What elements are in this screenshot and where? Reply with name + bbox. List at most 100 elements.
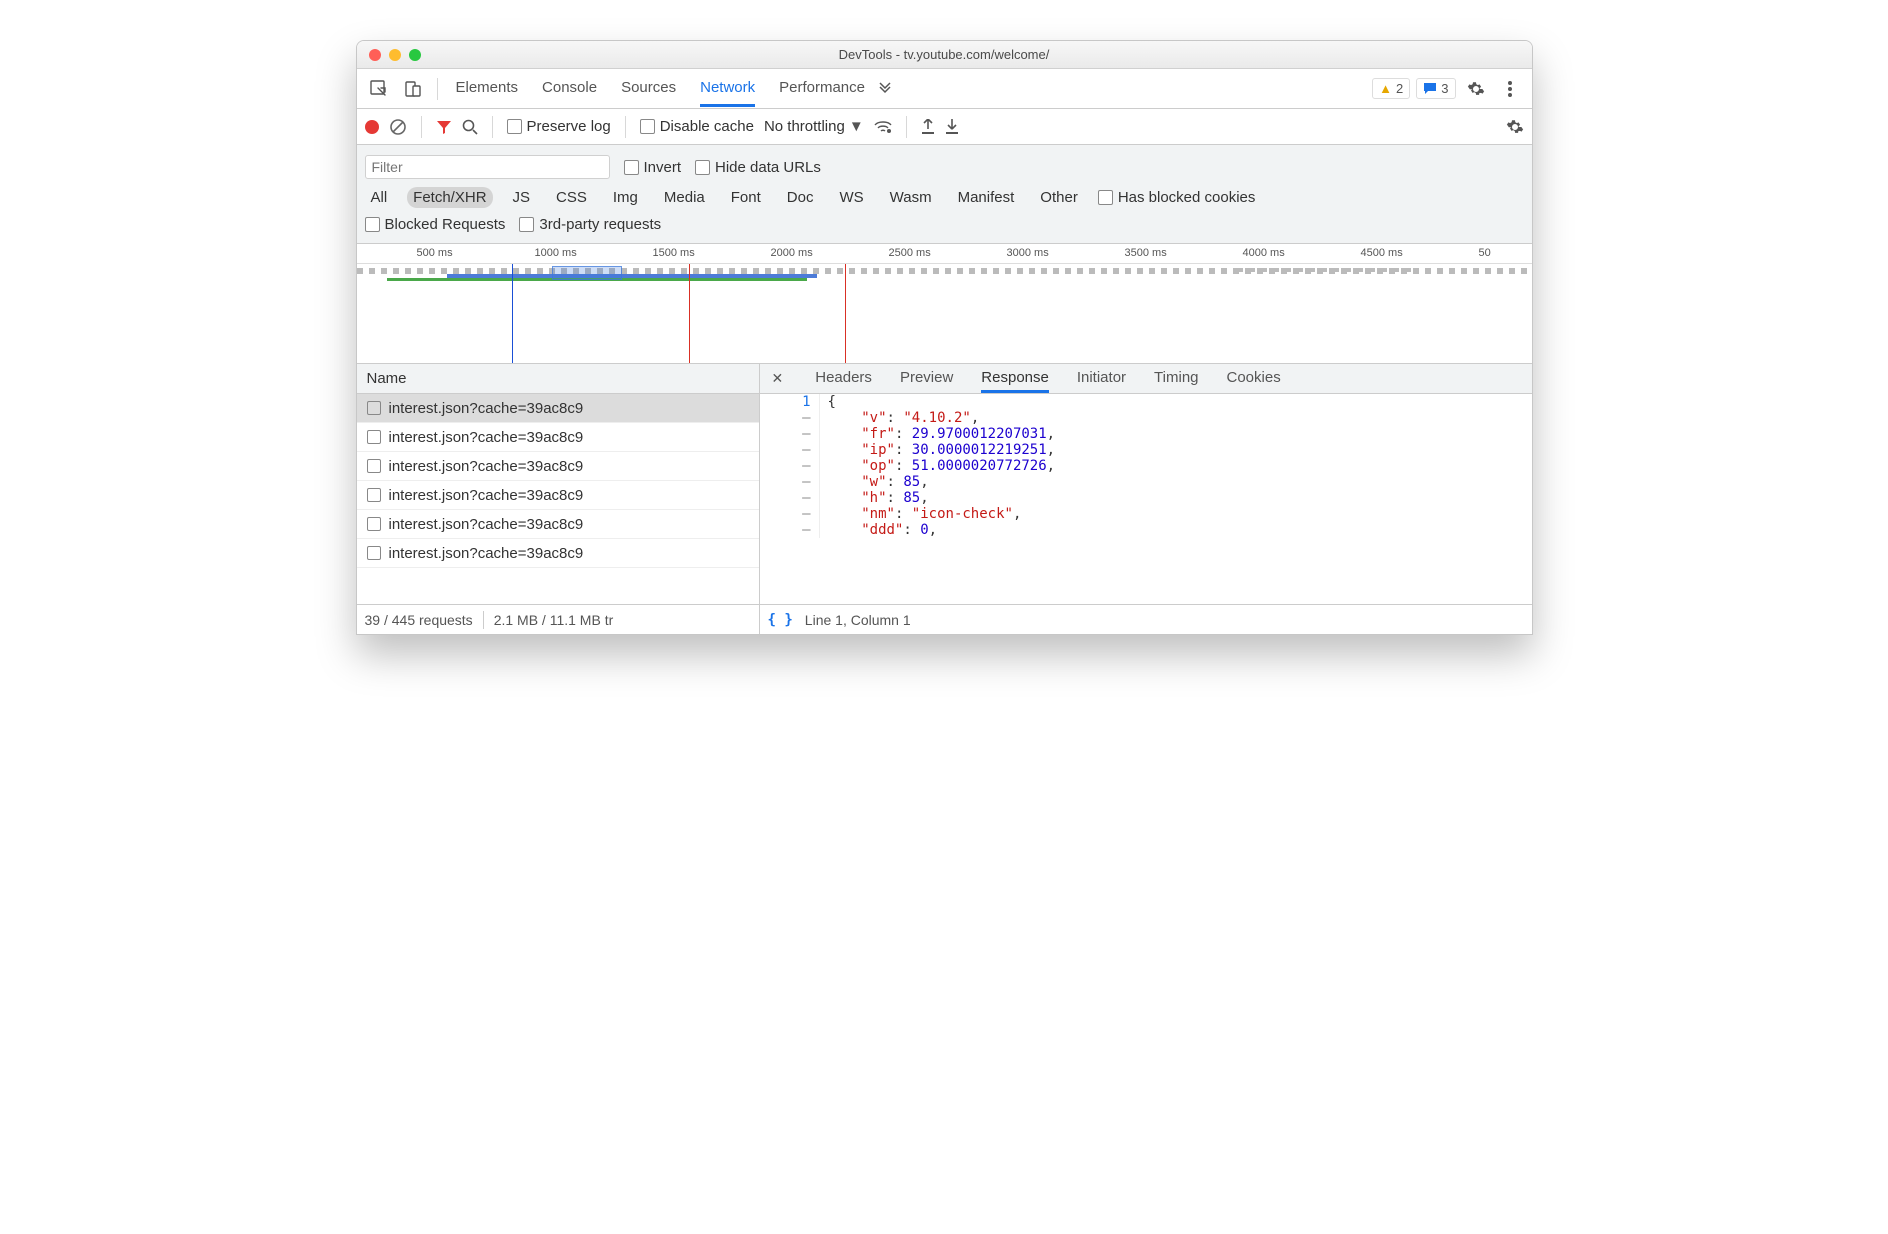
- minimize-window-button[interactable]: [389, 49, 401, 61]
- filter-type-img[interactable]: Img: [607, 187, 644, 208]
- message-icon: [1423, 82, 1437, 96]
- request-row[interactable]: interest.json?cache=39ac8c9: [357, 452, 759, 481]
- network-settings-icon[interactable]: [1506, 118, 1524, 136]
- messages-badge[interactable]: 3: [1416, 78, 1455, 99]
- network-filter-bar: Invert Hide data URLs All Fetch/XHR JS CSS I…: [357, 145, 1532, 244]
- request-list-header[interactable]: Name: [357, 364, 759, 394]
- panel-tab-console[interactable]: Console: [542, 70, 597, 107]
- request-row[interactable]: interest.json?cache=39ac8c9: [357, 510, 759, 539]
- line-gutter: –: [760, 458, 820, 474]
- file-icon: [367, 517, 381, 531]
- panel-tabs-bar: Elements Console Sources Network Performance…: [357, 69, 1532, 109]
- network-conditions-icon[interactable]: [874, 120, 892, 134]
- record-button[interactable]: [365, 120, 379, 134]
- window-controls: [369, 49, 421, 61]
- filter-type-other[interactable]: Other: [1034, 187, 1084, 208]
- detail-tab-cookies[interactable]: Cookies: [1227, 364, 1281, 393]
- close-window-button[interactable]: [369, 49, 381, 61]
- throttling-select[interactable]: No throttling ▼: [764, 118, 864, 135]
- import-har-icon[interactable]: [921, 119, 935, 135]
- request-name: interest.json?cache=39ac8c9: [389, 516, 584, 533]
- toggle-device-toolbar-icon[interactable]: [399, 75, 427, 103]
- filter-type-css[interactable]: CSS: [550, 187, 593, 208]
- maximize-window-button[interactable]: [409, 49, 421, 61]
- more-panels-icon[interactable]: [871, 75, 899, 103]
- filter-type-ws[interactable]: WS: [833, 187, 869, 208]
- code-content: "ip": 30.0000012219251,: [820, 442, 1056, 458]
- blocked-requests-checkbox[interactable]: Blocked Requests: [365, 216, 506, 233]
- timeline-tick: 500 ms: [417, 247, 453, 259]
- inspect-element-icon[interactable]: [365, 75, 393, 103]
- kebab-menu-icon[interactable]: [1496, 75, 1524, 103]
- clear-button[interactable]: [389, 118, 407, 136]
- request-list-statusbar: 39 / 445 requests 2.1 MB / 11.1 MB tr: [357, 604, 759, 634]
- request-row[interactable]: interest.json?cache=39ac8c9: [357, 423, 759, 452]
- filter-type-js[interactable]: JS: [507, 187, 537, 208]
- detail-panel: ✕ Headers Preview Response Initiator Timing C…: [760, 364, 1532, 634]
- code-content: "h": 85,: [820, 490, 929, 506]
- disable-cache-label: Disable cache: [660, 118, 754, 135]
- line-gutter: –: [760, 426, 820, 442]
- third-party-checkbox[interactable]: 3rd-party requests: [519, 216, 661, 233]
- code-content: "nm": "icon-check",: [820, 506, 1022, 522]
- request-row[interactable]: interest.json?cache=39ac8c9: [357, 481, 759, 510]
- warnings-badge[interactable]: ▲ 2: [1372, 78, 1410, 99]
- detail-tab-initiator[interactable]: Initiator: [1077, 364, 1126, 393]
- panel-tab-sources[interactable]: Sources: [621, 70, 676, 107]
- panel-tab-elements[interactable]: Elements: [456, 70, 519, 107]
- request-name: interest.json?cache=39ac8c9: [389, 429, 584, 446]
- timeline-tick: 2500 ms: [889, 247, 931, 259]
- request-name: interest.json?cache=39ac8c9: [389, 400, 584, 417]
- detail-tab-preview[interactable]: Preview: [900, 364, 953, 393]
- file-icon: [367, 546, 381, 560]
- request-row[interactable]: interest.json?cache=39ac8c9: [357, 394, 759, 423]
- pretty-print-button[interactable]: { }: [768, 612, 793, 628]
- filter-toggle-icon[interactable]: [436, 119, 452, 135]
- chevron-down-icon: ▼: [849, 118, 864, 135]
- response-body[interactable]: 1{– "v": "4.10.2",– "fr": 29.97000122070…: [760, 394, 1532, 604]
- detail-tab-headers[interactable]: Headers: [815, 364, 872, 393]
- export-har-icon[interactable]: [945, 119, 959, 135]
- hide-data-urls-checkbox[interactable]: Hide data URLs: [695, 159, 821, 176]
- request-name: interest.json?cache=39ac8c9: [389, 545, 584, 562]
- filter-type-doc[interactable]: Doc: [781, 187, 820, 208]
- timeline-tick: 3000 ms: [1007, 247, 1049, 259]
- request-row[interactable]: interest.json?cache=39ac8c9: [357, 539, 759, 568]
- filter-type-fetchxhr[interactable]: Fetch/XHR: [407, 187, 492, 208]
- code-content: "w": 85,: [820, 474, 929, 490]
- file-icon: [367, 488, 381, 502]
- request-list-body[interactable]: interest.json?cache=39ac8c9interest.json…: [357, 394, 759, 604]
- line-gutter: –: [760, 410, 820, 426]
- detail-tab-timing[interactable]: Timing: [1154, 364, 1198, 393]
- has-blocked-cookies-checkbox[interactable]: Has blocked cookies: [1098, 189, 1256, 206]
- filter-type-manifest[interactable]: Manifest: [952, 187, 1021, 208]
- filter-type-media[interactable]: Media: [658, 187, 711, 208]
- separator: [421, 116, 422, 138]
- timeline-tick: 4000 ms: [1243, 247, 1285, 259]
- network-timeline[interactable]: 500 ms1000 ms1500 ms2000 ms2500 ms3000 m…: [357, 244, 1532, 364]
- preserve-log-checkbox[interactable]: Preserve log: [507, 118, 611, 135]
- code-content: "op": 51.0000020772726,: [820, 458, 1056, 474]
- devtools-window: DevTools - tv.youtube.com/welcome/ Eleme…: [356, 40, 1533, 635]
- code-content: {: [820, 394, 836, 410]
- network-toolbar: Preserve log Disable cache No throttling…: [357, 109, 1532, 145]
- invert-checkbox[interactable]: Invert: [624, 159, 682, 176]
- filter-type-font[interactable]: Font: [725, 187, 767, 208]
- filter-input[interactable]: [365, 155, 610, 179]
- network-split-view: Name interest.json?cache=39ac8c9interest…: [357, 364, 1532, 634]
- timeline-tick: 50: [1479, 247, 1491, 259]
- settings-icon[interactable]: [1462, 75, 1490, 103]
- timeline-tick: 1000 ms: [535, 247, 577, 259]
- panel-tabs: Elements Console Sources Network Performance: [456, 70, 866, 107]
- filter-type-all[interactable]: All: [365, 187, 394, 208]
- detail-tab-response[interactable]: Response: [981, 364, 1049, 393]
- timeline-tick: 1500 ms: [653, 247, 695, 259]
- search-icon[interactable]: [462, 119, 478, 135]
- messages-count: 3: [1441, 81, 1448, 96]
- panel-tab-network[interactable]: Network: [700, 70, 755, 107]
- close-detail-icon[interactable]: ✕: [772, 370, 784, 387]
- file-icon: [367, 430, 381, 444]
- filter-type-wasm[interactable]: Wasm: [884, 187, 938, 208]
- panel-tab-performance[interactable]: Performance: [779, 70, 865, 107]
- disable-cache-checkbox[interactable]: Disable cache: [640, 118, 754, 135]
